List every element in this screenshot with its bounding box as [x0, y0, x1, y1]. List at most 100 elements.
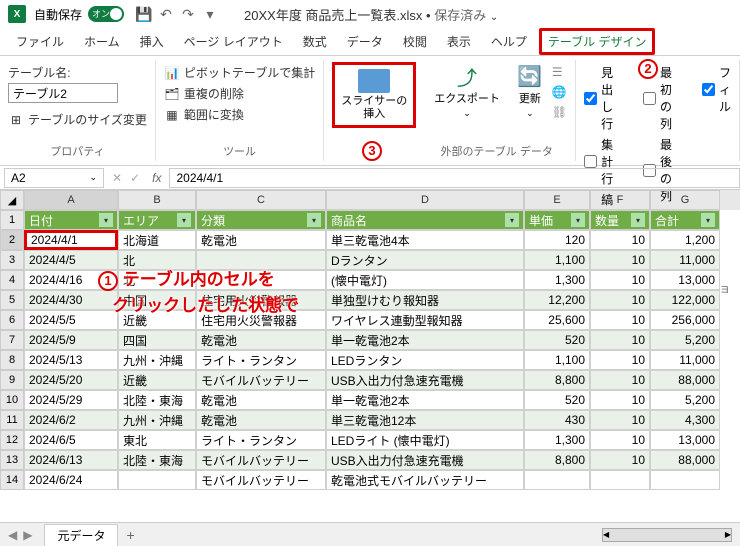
cell[interactable]: 10 [590, 230, 650, 250]
cell[interactable]: 2024/5/29 [24, 390, 118, 410]
cell[interactable]: 10 [590, 250, 650, 270]
redo-icon[interactable]: ↷ [180, 6, 196, 22]
cell[interactable]: 256,000 [650, 310, 720, 330]
undo-icon[interactable]: ↶ [158, 6, 174, 22]
cell[interactable]: 乾電池 [196, 410, 326, 430]
cell[interactable]: 2024/4/1 [24, 230, 118, 250]
cell[interactable]: 10 [590, 350, 650, 370]
cell[interactable]: LEDランタン [326, 350, 524, 370]
name-box[interactable]: A2⌄ [4, 168, 104, 188]
fx-icon[interactable]: fx [152, 171, 161, 185]
unlink-icon[interactable]: ⛓ [552, 105, 567, 119]
cell[interactable]: 120 [524, 230, 590, 250]
cell[interactable]: 単独型けむり報知器 [326, 290, 524, 310]
col-header-E[interactable]: E [524, 190, 590, 210]
cell[interactable]: 2024/4/16 [24, 270, 118, 290]
cell[interactable]: 四国 [118, 330, 196, 350]
cell[interactable]: 住宅用火災警報器 [196, 290, 326, 310]
cell[interactable]: 北 [118, 270, 196, 290]
cell[interactable]: USB入出力付急速充電機 [326, 370, 524, 390]
cell[interactable]: 乾電池 [196, 230, 326, 250]
cell[interactable]: 430 [524, 410, 590, 430]
row-label[interactable]: 7 [0, 330, 24, 350]
filter-dropdown-icon[interactable]: ▾ [701, 213, 715, 227]
cell[interactable]: 5,200 [650, 390, 720, 410]
table-header[interactable]: エリア▾ [118, 210, 196, 230]
tab-page-layout[interactable]: ページ レイアウト [176, 29, 291, 54]
convert-to-range-button[interactable]: ▦範囲に変換 [164, 104, 315, 125]
cell[interactable]: 12,200 [524, 290, 590, 310]
cell[interactable]: ライト・ランタン [196, 350, 326, 370]
export-button[interactable]: ⤴ エクスポート ⌄ [426, 62, 508, 121]
sheet-tab[interactable]: 元データ [44, 524, 118, 546]
cell[interactable] [650, 470, 720, 490]
row-label-1[interactable]: 1 [0, 210, 24, 230]
cell[interactable]: 乾電池 [196, 390, 326, 410]
cell[interactable]: 13,000 [650, 430, 720, 450]
row-label[interactable]: 13 [0, 450, 24, 470]
cell[interactable]: 10 [590, 430, 650, 450]
cell[interactable]: 520 [524, 390, 590, 410]
row-label[interactable]: 12 [0, 430, 24, 450]
cell[interactable]: 1,100 [524, 250, 590, 270]
cell[interactable]: 2024/5/13 [24, 350, 118, 370]
enter-icon[interactable]: ✓ [130, 171, 140, 185]
cell[interactable]: 8,800 [524, 370, 590, 390]
cell[interactable]: 単一乾電池2本 [326, 390, 524, 410]
select-all-cell[interactable]: ◢ [0, 190, 24, 210]
cell[interactable]: 2024/6/13 [24, 450, 118, 470]
filter-dropdown-icon[interactable]: ▾ [99, 213, 113, 227]
first-col-checkbox[interactable]: 最初の列 [643, 62, 682, 134]
cell[interactable]: 5,200 [650, 330, 720, 350]
cell[interactable]: 九州・沖縄 [118, 410, 196, 430]
cell[interactable]: 10 [590, 310, 650, 330]
sheet-nav[interactable]: ◀▶ [8, 528, 32, 542]
remove-duplicates-button[interactable]: 🗂重複の削除 [164, 83, 315, 104]
cell[interactable]: 1,300 [524, 430, 590, 450]
row-label[interactable]: 9 [0, 370, 24, 390]
tab-view[interactable]: 表示 [439, 29, 479, 54]
cell[interactable]: 乾電池 [196, 330, 326, 350]
cell[interactable]: 11,000 [650, 250, 720, 270]
cell[interactable]: 2024/6/2 [24, 410, 118, 430]
cell[interactable] [590, 470, 650, 490]
cell[interactable]: ライト・ランタン [196, 430, 326, 450]
tab-insert[interactable]: 挿入 [132, 29, 172, 54]
cell[interactable]: 2024/4/30 [24, 290, 118, 310]
cell[interactable]: モバイルバッテリー [196, 450, 326, 470]
cell[interactable]: LEDライト (懐中電灯) [326, 430, 524, 450]
cell[interactable]: 単三乾電池12本 [326, 410, 524, 430]
col-header-D[interactable]: D [326, 190, 524, 210]
cell[interactable]: 10 [590, 270, 650, 290]
filter-dropdown-icon[interactable]: ▾ [307, 213, 321, 227]
cell[interactable]: 中国 [118, 290, 196, 310]
table-header[interactable]: 日付▾ [24, 210, 118, 230]
col-header-A[interactable]: A [24, 190, 118, 210]
properties-icon[interactable]: ☰ [552, 65, 567, 79]
cell[interactable]: 25,600 [524, 310, 590, 330]
cell[interactable]: 北 [118, 250, 196, 270]
cell[interactable]: 2024/6/5 [24, 430, 118, 450]
cell[interactable]: 2024/6/24 [24, 470, 118, 490]
cell[interactable]: 10 [590, 370, 650, 390]
insert-slicer-button[interactable]: スライサーの 挿入 [332, 62, 416, 128]
row-label[interactable]: 4 [0, 270, 24, 290]
row-label[interactable]: 10 [0, 390, 24, 410]
cell[interactable]: モバイルバッテリー [196, 470, 326, 490]
cell[interactable]: USB入出力付急速充電機 [326, 450, 524, 470]
resize-table-button[interactable]: ⊞ テーブルのサイズ変更 [8, 109, 147, 130]
filter-dropdown-icon[interactable]: ▾ [631, 213, 645, 227]
tab-file[interactable]: ファイル [8, 29, 72, 54]
cell[interactable]: 北海道 [118, 230, 196, 250]
cell[interactable]: 2024/4/5 [24, 250, 118, 270]
filter-dropdown-icon[interactable]: ▾ [505, 213, 519, 227]
refresh-button[interactable]: 🔄 更新 ⌄ [508, 62, 552, 121]
table-header[interactable]: 単価▾ [524, 210, 590, 230]
cell[interactable]: 近畿 [118, 310, 196, 330]
open-browser-icon[interactable]: 🌐 [552, 85, 567, 99]
horizontal-scrollbar[interactable] [602, 528, 732, 542]
cell[interactable]: 近畿 [118, 370, 196, 390]
cell[interactable]: Dランタン [326, 250, 524, 270]
cell[interactable]: 単一乾電池2本 [326, 330, 524, 350]
cell[interactable]: 520 [524, 330, 590, 350]
